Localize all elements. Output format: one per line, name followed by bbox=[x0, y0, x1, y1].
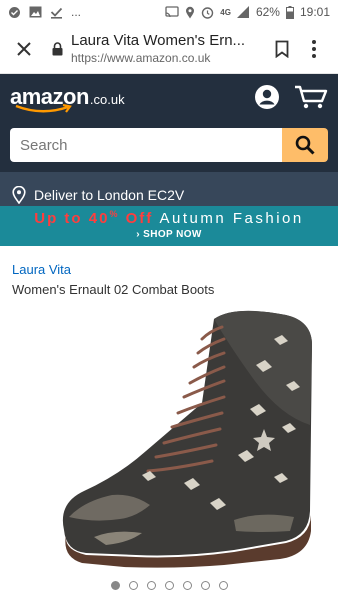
promo-banner[interactable]: Up to 40% Off Autumn Fashion › SHOP NOW bbox=[0, 206, 338, 246]
browser-toolbar: Laura Vita Women's Ern... https://www.am… bbox=[0, 24, 338, 74]
bookmark-icon bbox=[275, 40, 289, 58]
battery-percent: 62% bbox=[255, 5, 280, 19]
bookmark-button[interactable] bbox=[266, 33, 298, 65]
more-vert-icon bbox=[312, 39, 316, 58]
promo-percent-sign: % bbox=[109, 209, 120, 219]
brand-link[interactable]: Laura Vita bbox=[12, 262, 326, 277]
carousel-dot[interactable] bbox=[110, 581, 120, 590]
download-done-icon bbox=[50, 6, 63, 19]
carousel-dot[interactable] bbox=[200, 581, 210, 590]
menu-button[interactable] bbox=[298, 33, 330, 65]
signal-icon bbox=[236, 6, 250, 18]
smile-arrow-icon bbox=[15, 104, 72, 113]
carousel-dot[interactable] bbox=[182, 581, 192, 590]
carousel-dot[interactable] bbox=[218, 581, 228, 590]
carousel-dot[interactable] bbox=[146, 581, 156, 590]
cast-icon bbox=[165, 6, 179, 18]
search-icon bbox=[295, 135, 315, 155]
product-image[interactable] bbox=[12, 305, 326, 575]
battery-icon bbox=[285, 5, 294, 19]
amazon-header: amazon .co.uk Deliver to London EC2V bbox=[0, 74, 338, 218]
product-title: Women's Ernault 02 Combat Boots bbox=[12, 282, 215, 297]
carousel-dot[interactable] bbox=[164, 581, 174, 590]
image-icon bbox=[29, 6, 42, 18]
logo-tld: .co.uk bbox=[89, 92, 125, 107]
page-url: https://www.amazon.co.uk bbox=[71, 51, 211, 65]
promo-percent: 40% bbox=[88, 209, 120, 227]
product-section: Laura Vita Women's Ernault 02 Combat Boo… bbox=[0, 246, 338, 590]
boot-image bbox=[62, 310, 312, 568]
close-icon bbox=[17, 41, 31, 56]
more-notifications: ... bbox=[71, 5, 82, 19]
amazon-logo[interactable]: amazon .co.uk bbox=[10, 84, 125, 113]
status-right: 4G 62% 19:01 bbox=[165, 5, 330, 19]
promo-campaign: Autumn Fashion bbox=[159, 210, 304, 227]
clock: 19:01 bbox=[299, 5, 330, 19]
location-pin-icon bbox=[12, 186, 26, 204]
promo-prefix: Up to bbox=[34, 210, 83, 227]
image-carousel-dots bbox=[12, 581, 326, 590]
alarm-icon bbox=[201, 6, 214, 19]
shop-now-link[interactable]: › SHOP NOW bbox=[0, 229, 338, 240]
header-actions bbox=[254, 84, 328, 110]
cart-icon bbox=[295, 85, 328, 109]
page-title: Laura Vita Women's Ern... bbox=[71, 32, 246, 49]
promo-headline: Up to 40% Off Autumn Fashion bbox=[0, 209, 338, 227]
notification-icon bbox=[8, 6, 21, 19]
search-bar bbox=[10, 128, 328, 162]
lock-icon bbox=[52, 41, 63, 56]
close-tab-button[interactable] bbox=[14, 39, 34, 59]
account-icon bbox=[255, 85, 279, 109]
promo-percent-value: 40 bbox=[88, 210, 110, 227]
network-type: 4G bbox=[220, 7, 231, 17]
search-button[interactable] bbox=[282, 128, 328, 162]
account-button[interactable] bbox=[254, 84, 280, 110]
deliver-to-text: Deliver to London EC2V bbox=[34, 187, 185, 203]
header-top-row: amazon .co.uk bbox=[10, 82, 328, 113]
address-bar[interactable]: Laura Vita Women's Ern... https://www.am… bbox=[71, 32, 266, 65]
location-icon bbox=[185, 6, 195, 19]
cart-button[interactable] bbox=[294, 84, 328, 110]
carousel-dot[interactable] bbox=[128, 581, 138, 590]
promo-off: Off bbox=[125, 210, 154, 227]
status-left: ... bbox=[8, 5, 81, 19]
status-bar: ... 4G 62% 19:01 bbox=[0, 0, 338, 24]
search-input[interactable] bbox=[10, 128, 282, 162]
